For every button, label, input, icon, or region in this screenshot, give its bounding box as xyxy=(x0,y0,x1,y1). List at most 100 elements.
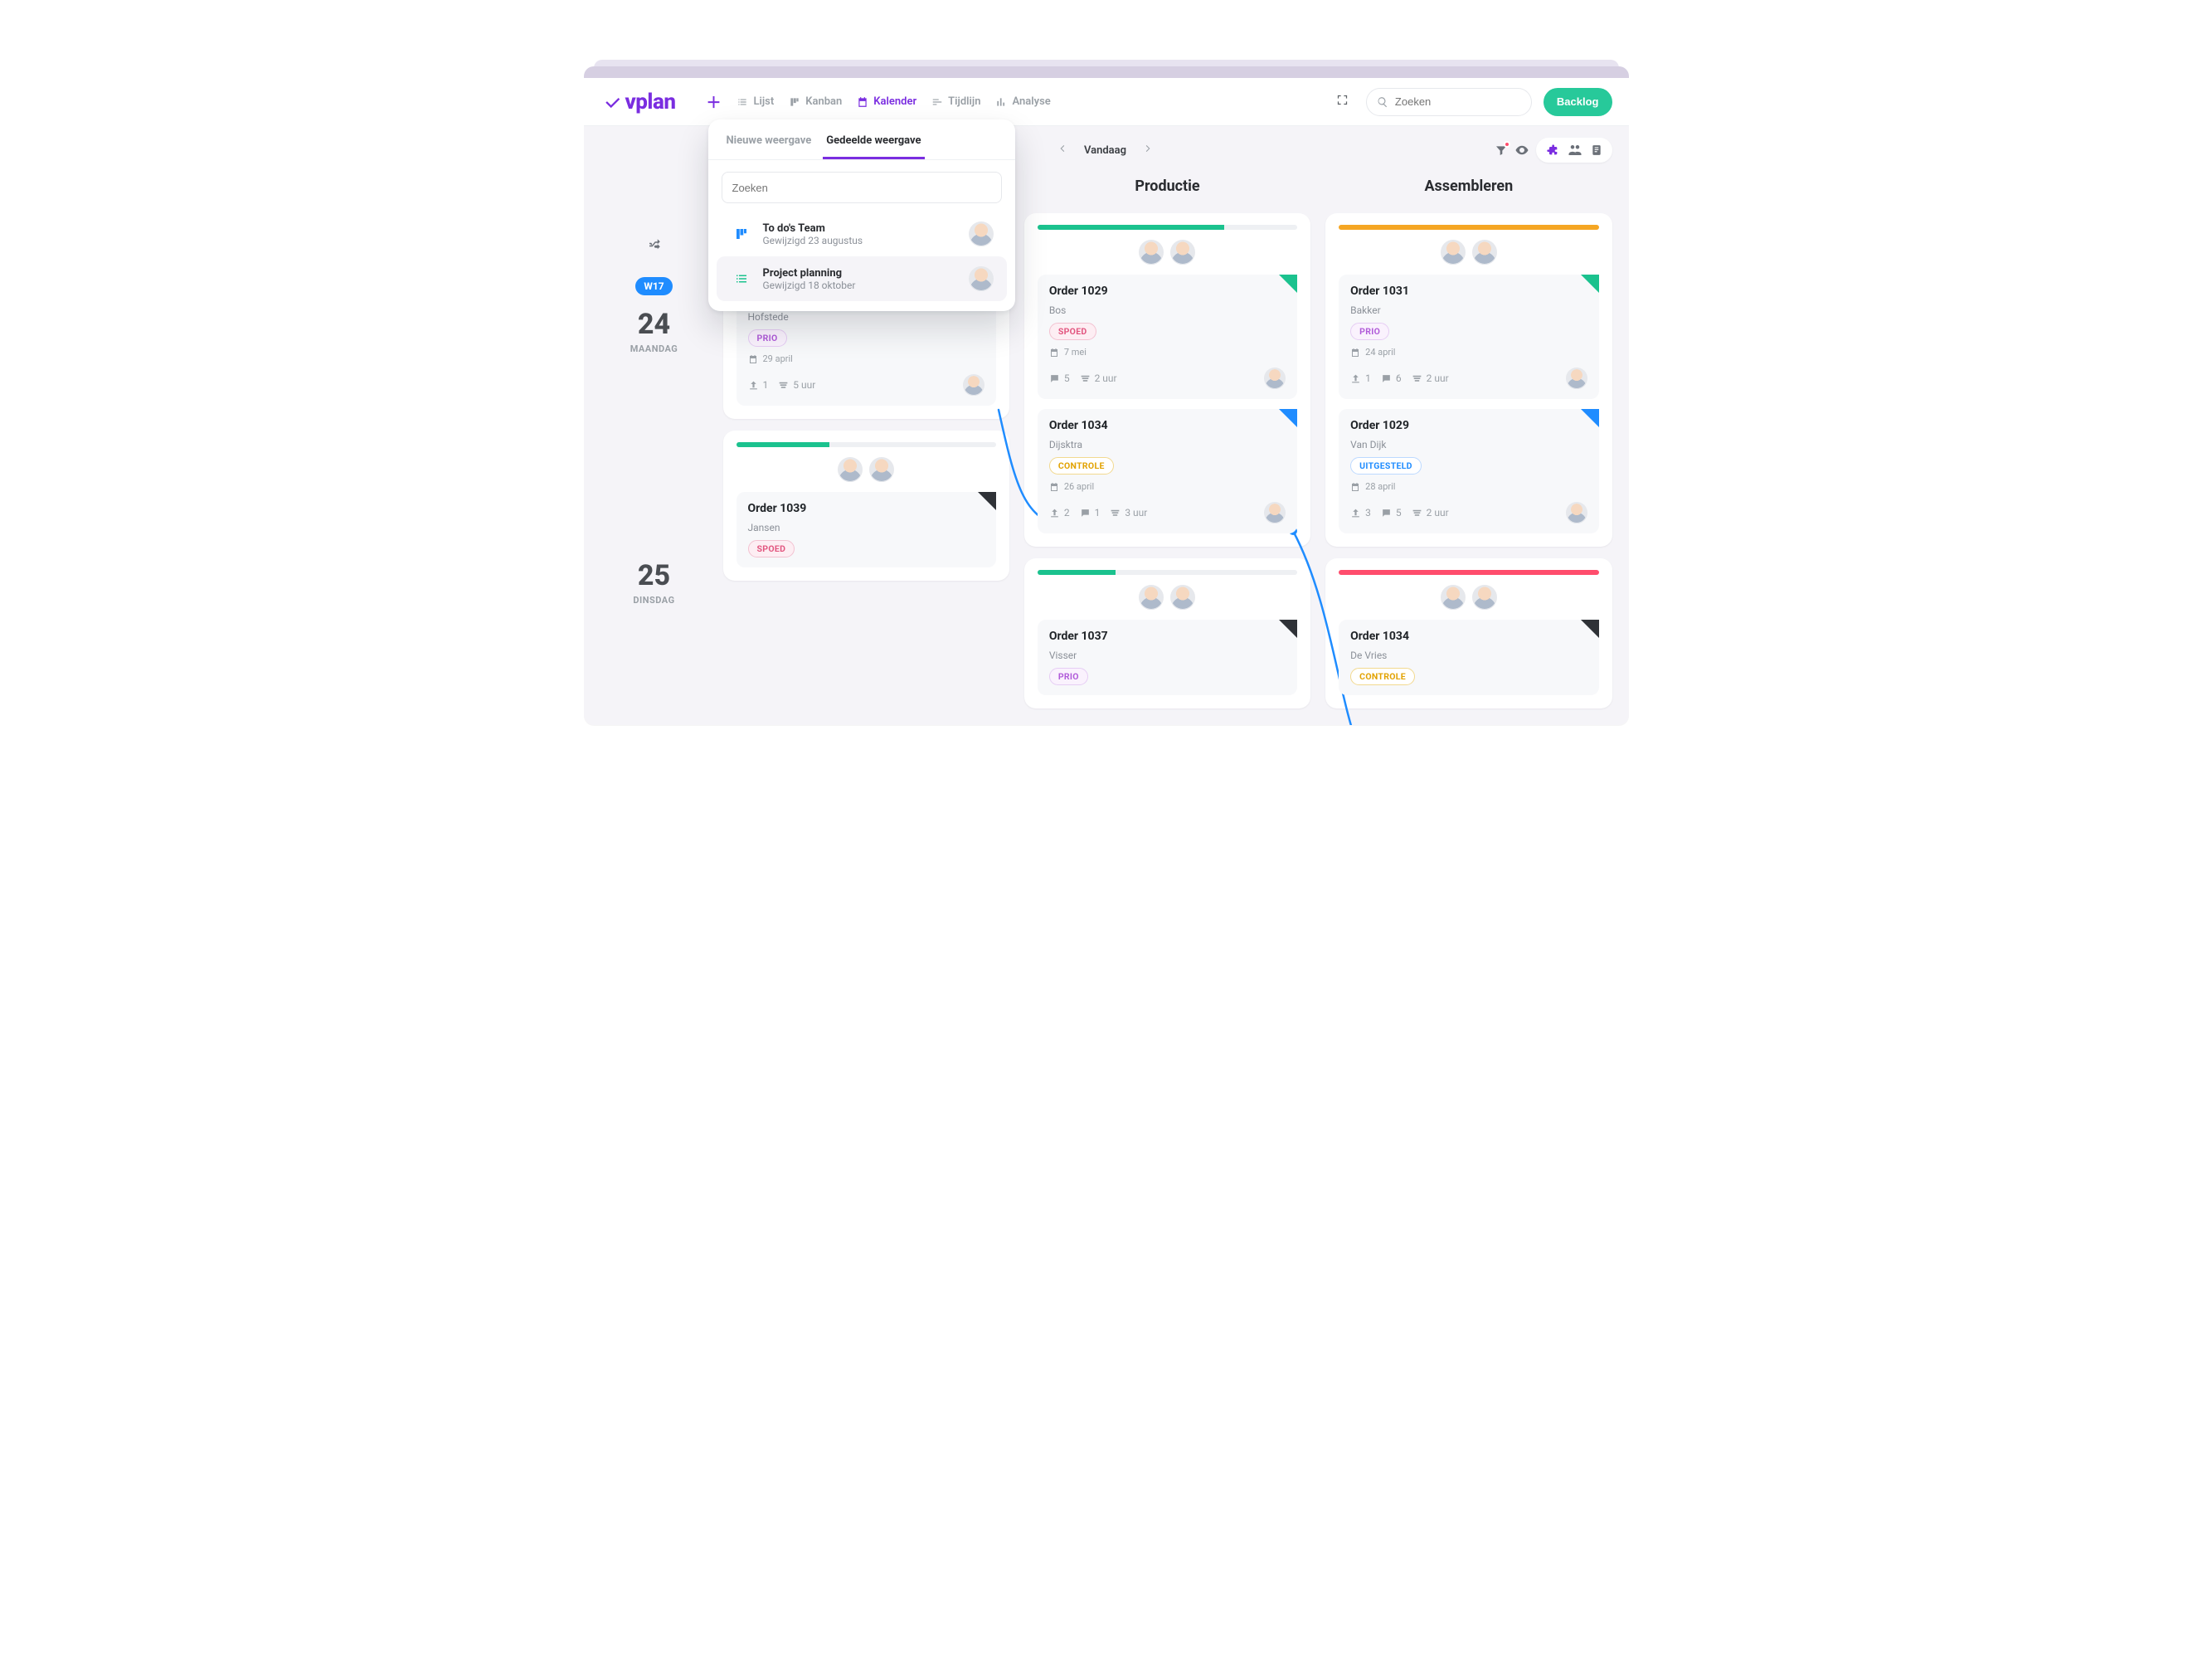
resources-button[interactable] xyxy=(1591,144,1602,157)
filter-button[interactable] xyxy=(1495,144,1508,157)
card-date: 26 april xyxy=(1049,481,1286,492)
prev-button[interactable] xyxy=(1057,144,1067,157)
search-icon xyxy=(1377,96,1388,108)
card-title: Order 1034 xyxy=(1049,419,1286,432)
task-card[interactable]: Order 1031BakkerPRIO24 april162 uur xyxy=(1339,275,1598,399)
card-tag: SPOED xyxy=(1049,323,1096,340)
shuffle-button[interactable] xyxy=(647,237,662,256)
avatar[interactable] xyxy=(1472,240,1497,265)
assignee-avatar[interactable] xyxy=(1264,502,1286,523)
view-lijst[interactable]: Lijst xyxy=(737,95,774,108)
stat-hours: 3 uur xyxy=(1110,507,1147,518)
card-tag: CONTROLE xyxy=(1049,457,1114,475)
card-subtitle: Visser xyxy=(1049,650,1286,661)
resources-icon xyxy=(1591,144,1602,157)
card-stats: 52 uur xyxy=(1049,368,1286,389)
card-date: 29 april xyxy=(748,353,984,364)
backlog-button[interactable]: Backlog xyxy=(1544,88,1612,116)
add-view-button[interactable]: ＋ xyxy=(702,90,725,114)
stat-comments: 1 xyxy=(1080,507,1101,518)
day-group: Order 1029BosSPOED7 mei52 uurOrder 1034D… xyxy=(1024,213,1310,547)
assignee-avatar[interactable] xyxy=(1566,502,1587,523)
assignee-avatar[interactable] xyxy=(1264,368,1286,389)
kanban-icon xyxy=(789,96,800,108)
day-group: Order 1031BakkerPRIO24 april162 uurOrder… xyxy=(1325,213,1612,547)
visibility-button[interactable] xyxy=(1514,143,1529,158)
task-card[interactable]: Order 1029Van DijkUITGESTELD28 april352 … xyxy=(1339,409,1598,533)
view-kalender[interactable]: Kalender xyxy=(857,95,916,108)
card-subtitle: Bakker xyxy=(1350,304,1587,316)
stat-hours: 2 uur xyxy=(1412,372,1449,384)
avatar[interactable] xyxy=(1139,585,1164,610)
card-corner xyxy=(1279,275,1297,293)
task-card[interactable]: Order 1034DijsktraCONTROLE26 april213 uu… xyxy=(1038,409,1297,533)
tab-gedeelde-weergave[interactable]: Gedeelde weergave xyxy=(823,134,924,159)
card-stats: 162 uur xyxy=(1350,368,1587,389)
view-tijdlijn[interactable]: Tijdlijn xyxy=(931,95,980,108)
card-subtitle: De Vries xyxy=(1350,650,1587,661)
dropdown-item[interactable]: Project planningGewijzigd 18 oktober xyxy=(717,256,1007,301)
avatar[interactable] xyxy=(869,457,894,482)
group-avatars xyxy=(737,457,996,482)
avatar[interactable] xyxy=(1441,240,1466,265)
assignee-avatar[interactable] xyxy=(963,374,984,396)
logo-check-icon xyxy=(604,93,622,111)
logo: vplan xyxy=(604,90,676,114)
day-group: Order 1034De VriesCONTROLE xyxy=(1325,558,1612,708)
dropdown-item[interactable]: To do's TeamGewijzigd 23 augustus xyxy=(717,212,1007,256)
chevron-left-icon xyxy=(1057,144,1067,153)
card-stats: 352 uur xyxy=(1350,502,1587,523)
group-avatars xyxy=(1339,240,1598,265)
card-date: 24 april xyxy=(1350,347,1587,358)
task-card[interactable]: Order 1039JansenSPOED xyxy=(737,492,996,567)
extensions-button[interactable] xyxy=(1546,144,1559,157)
list-icon xyxy=(730,267,753,290)
column-title: Productie xyxy=(1024,174,1310,202)
search-field[interactable] xyxy=(1366,88,1532,116)
avatar[interactable] xyxy=(1139,240,1164,265)
dropdown-item-texts: Project planningGewijzigd 18 oktober xyxy=(763,267,959,291)
view-analyse[interactable]: Analyse xyxy=(995,95,1050,108)
dropdown-tabs: Nieuwe weergave Gedeelde weergave xyxy=(708,119,1015,160)
rail-top: W17 24 MAANDAG xyxy=(600,237,708,354)
card-corner xyxy=(1581,620,1599,638)
fullscreen-button[interactable] xyxy=(1331,90,1354,114)
avatar[interactable] xyxy=(1170,240,1195,265)
task-card[interactable]: Order 1034De VriesCONTROLE xyxy=(1339,620,1598,695)
avatar[interactable] xyxy=(838,457,863,482)
card-title: Order 1029 xyxy=(1049,285,1286,298)
avatar[interactable] xyxy=(1441,585,1466,610)
window-chrome-strip xyxy=(584,66,1629,78)
card-title: Order 1034 xyxy=(1350,630,1587,643)
view-label: Kanban xyxy=(805,95,842,108)
dropdown-search-input[interactable] xyxy=(732,182,991,194)
dropdown-item-sub: Gewijzigd 23 augustus xyxy=(763,235,959,246)
today-label[interactable]: Vandaag xyxy=(1084,144,1126,157)
chart-icon xyxy=(995,96,1007,108)
stat-hours: 5 uur xyxy=(778,379,815,391)
eye-icon xyxy=(1514,143,1529,158)
kanban-icon xyxy=(730,222,753,246)
card-subtitle: Dijsktra xyxy=(1049,439,1286,450)
tab-nieuwe-weergave[interactable]: Nieuwe weergave xyxy=(723,134,815,159)
card-subtitle: Bos xyxy=(1049,304,1286,316)
search-input[interactable] xyxy=(1395,95,1521,108)
dropdown-search[interactable] xyxy=(722,172,1002,203)
day-number: 25 xyxy=(638,562,670,590)
card-subtitle: Hofstede xyxy=(748,311,984,323)
avatar[interactable] xyxy=(1472,585,1497,610)
task-card[interactable]: Order 1029BosSPOED7 mei52 uur xyxy=(1038,275,1297,399)
team-icon xyxy=(1568,143,1582,158)
view-kanban[interactable]: Kanban xyxy=(789,95,842,108)
app-window: vplan ＋ Lijst Kanban xyxy=(584,66,1629,725)
card-title: Order 1031 xyxy=(1350,285,1587,298)
next-button[interactable] xyxy=(1143,144,1153,157)
team-button[interactable] xyxy=(1568,143,1582,158)
group-avatars xyxy=(1339,585,1598,610)
task-card[interactable]: Order 1037VisserPRIO xyxy=(1038,620,1297,695)
avatar[interactable] xyxy=(1170,585,1195,610)
assignee-avatar[interactable] xyxy=(1566,368,1587,389)
card-corner xyxy=(978,492,996,510)
day-name: MAANDAG xyxy=(630,343,678,354)
progress-bar xyxy=(1038,570,1297,575)
